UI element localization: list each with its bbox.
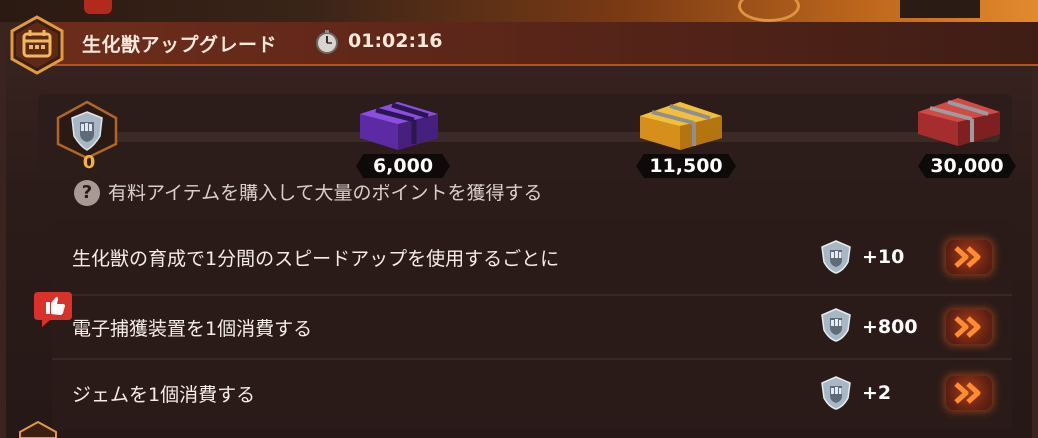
panel-left-edge [0,22,6,438]
task-row: ジェムを1個消費する +2 [52,360,1012,430]
task-row: 生化獣の育成で1分間のスピードアップを使用するごとに +10 [52,218,1012,296]
stopwatch-icon [316,30,338,54]
panel-right-edge [1032,22,1038,438]
milestone-label: 30,000 [918,154,1016,178]
purple-chest-icon[interactable] [352,92,444,152]
task-points: +800 [862,316,918,338]
red-chest-icon[interactable] [912,88,1004,148]
top-decoration-ring [738,0,800,22]
milestone-label: 11,500 [636,154,736,178]
current-points: 0 [82,152,96,173]
thumbs-up-icon[interactable] [34,288,74,328]
double-chevron-right-icon [954,316,981,338]
top-decoration-left [84,0,112,14]
countdown-timer: 01:02:16 [348,30,443,52]
bottom-decoration [19,420,57,438]
calendar-icon [10,15,64,75]
points-shield-icon [821,376,851,410]
task-points: +2 [862,382,892,404]
task-description: ジェムを1個消費する [72,384,256,406]
go-button[interactable] [946,310,992,344]
double-chevron-right-icon [954,382,981,404]
help-icon[interactable]: ? [74,180,100,206]
task-points: +10 [862,246,905,268]
points-shield-icon [821,308,851,342]
task-description: 電子捕獲装置を1個消費する [72,318,313,340]
milestone-label: 6,000 [356,154,450,178]
points-shield-icon [56,100,118,160]
task-description: 生化獣の育成で1分間のスピードアップを使用するごとに [72,248,560,270]
page-title: 生化獣アップグレード [82,34,278,56]
gold-chest-icon[interactable] [634,92,726,152]
go-button[interactable] [946,376,992,410]
top-decoration-right [900,0,980,18]
double-chevron-right-icon [954,246,981,268]
top-background-strip [0,0,1038,22]
progress-track [100,132,1000,142]
points-shield-icon [821,240,851,274]
task-row: 電子捕獲装置を1個消費する +800 [52,296,1012,360]
go-button[interactable] [946,240,992,274]
